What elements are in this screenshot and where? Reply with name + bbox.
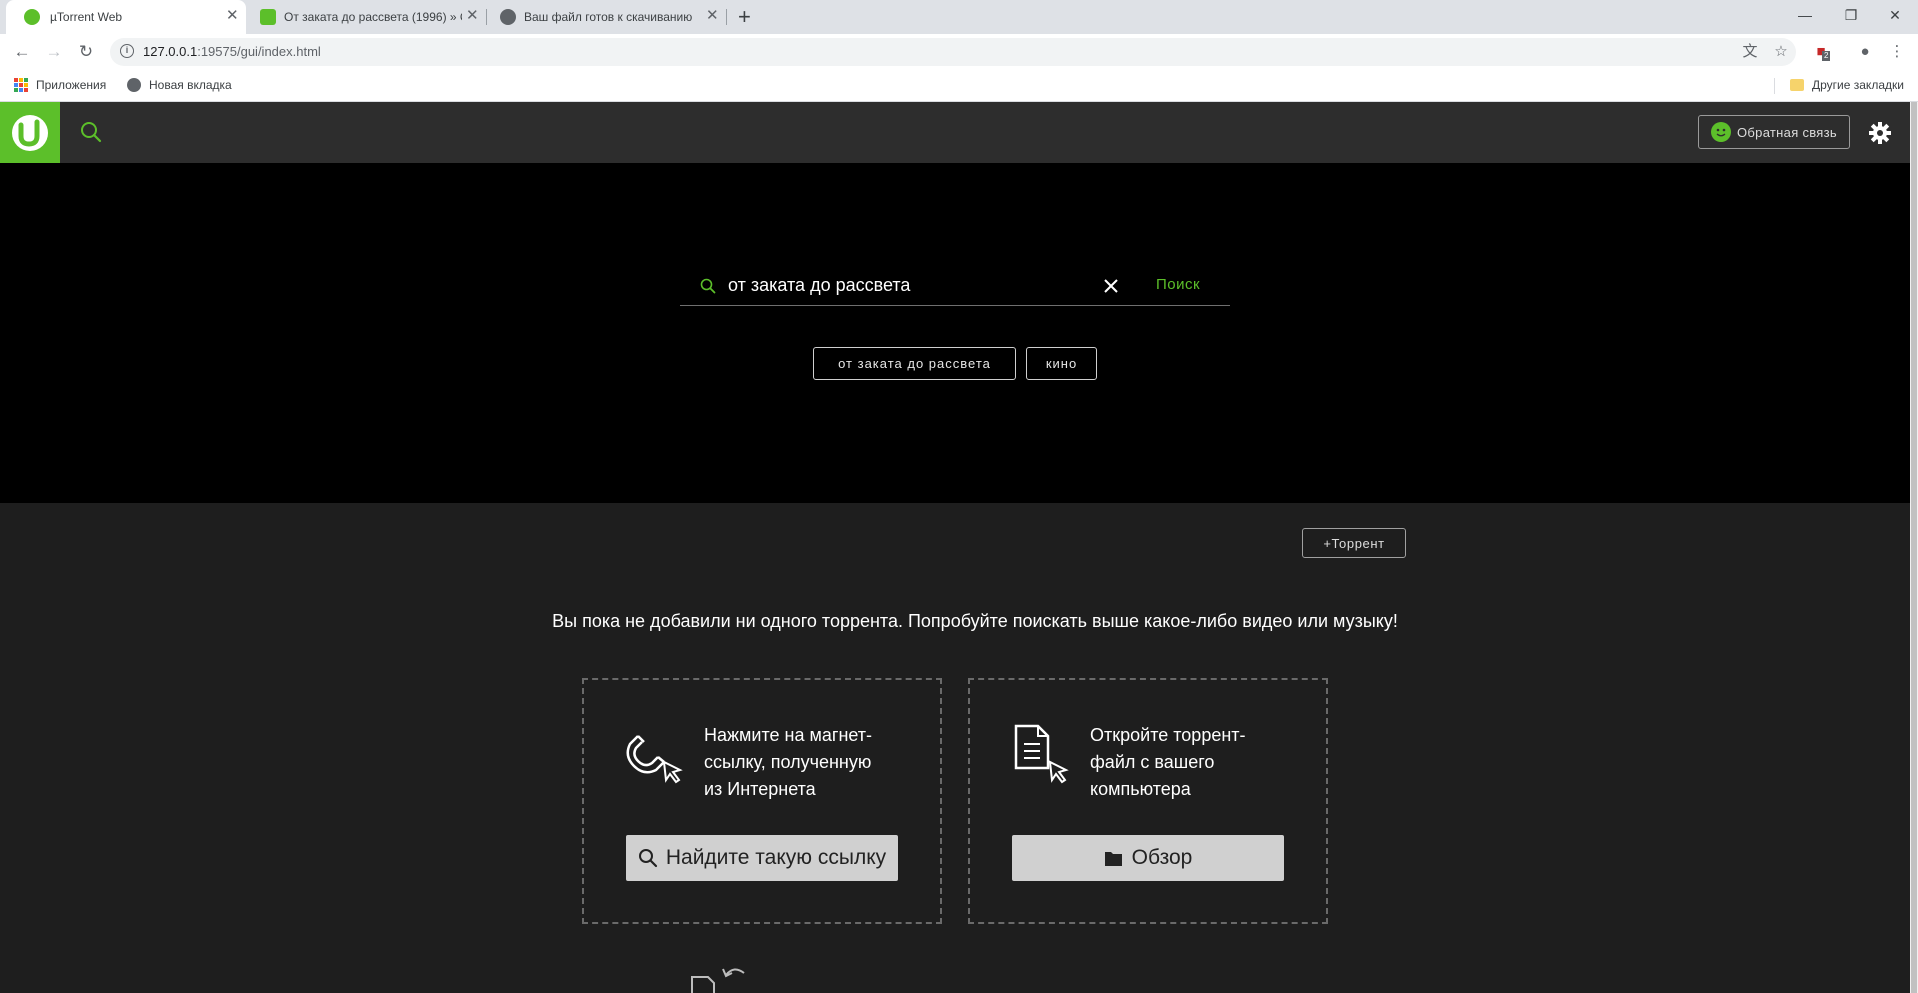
search-hero: от заката до рассвета Поиск от заката до… <box>0 163 1910 503</box>
bookmark-label: Новая вкладка <box>149 78 232 92</box>
tab-close-icon[interactable]: ✕ <box>706 8 719 24</box>
tab-close-icon[interactable]: ✕ <box>226 8 239 24</box>
transfer-illustration-icon <box>690 965 760 993</box>
find-magnet-link-button[interactable]: Найдите такую ссылку <box>626 835 898 881</box>
utorrent-favicon-icon <box>24 9 40 25</box>
button-label: Обзор <box>1131 846 1193 869</box>
smiley-icon <box>1711 122 1731 142</box>
file-card-line: файл с вашего <box>1090 752 1215 772</box>
clear-search-icon[interactable] <box>1100 275 1122 297</box>
bookmark-star-icon[interactable]: ☆ <box>1772 43 1790 61</box>
magnet-card-text: Нажмите на магнет- ссылку, полученную из… <box>704 722 904 803</box>
browse-file-button[interactable]: Обзор <box>1012 835 1284 881</box>
bookmark-new-tab[interactable]: Новая вкладка <box>127 78 232 92</box>
folder-icon <box>1104 852 1122 866</box>
scrollbar-thumb[interactable] <box>1911 102 1917 993</box>
file-card-line: компьютера <box>1090 779 1191 799</box>
torrent-list-area: +Торрент Вы пока не добавили ни одного т… <box>0 503 1910 993</box>
file-card-line: Откройте торрент- <box>1090 725 1246 745</box>
bookmark-other[interactable]: Другие закладки <box>1790 78 1904 92</box>
bookmark-label: Приложения <box>36 78 107 92</box>
tab-title: Ваш файл готов к скачиванию <box>524 10 693 24</box>
magnet-icon <box>624 722 688 786</box>
suggestion-chip[interactable]: от заката до рассвета <box>813 347 1016 380</box>
app-header: Обратная связь <box>0 102 1910 163</box>
search-input[interactable]: от заката до рассвета <box>728 275 910 296</box>
folder-icon <box>1790 79 1804 91</box>
tab-utorrent-web[interactable]: µTorrent Web ✕ <box>6 0 246 34</box>
tab-movie-page[interactable]: От заката до рассвета (1996) » С ✕ <box>248 0 484 34</box>
restore-button[interactable]: ❐ <box>1828 4 1874 26</box>
tab-separator <box>726 9 727 25</box>
document-icon <box>1010 722 1074 786</box>
address-bar[interactable]: i 127.0.0.1:19575/gui/index.html <box>110 38 1796 66</box>
url-text: 127.0.0.1:19575/gui/index.html <box>143 44 321 59</box>
profile-avatar-icon[interactable]: ● <box>1856 43 1874 61</box>
new-tab-button[interactable]: + <box>738 4 751 30</box>
forward-button[interactable]: → <box>42 40 66 64</box>
magnet-card-line: ссылку, полученную <box>704 752 872 772</box>
tab-separator <box>486 9 487 25</box>
tab-close-icon[interactable]: ✕ <box>466 8 479 24</box>
utorrent-favicon-icon <box>260 9 276 25</box>
empty-state-message: Вы пока не добавили ни одного торрента. … <box>552 611 1398 631</box>
tab-download-ready[interactable]: Ваш файл готов к скачиванию ✕ <box>488 0 724 34</box>
button-label: Найдите такую ссылку <box>665 846 887 869</box>
globe-icon <box>127 78 141 92</box>
search-icon <box>638 849 657 868</box>
site-info-icon[interactable]: i <box>120 44 134 58</box>
window-close-button[interactable]: ✕ <box>1872 4 1918 26</box>
magnet-link-card: Нажмите на магнет- ссылку, полученную из… <box>582 678 942 924</box>
extension-badge: 2 <box>1822 51 1831 61</box>
feedback-label: Обратная связь <box>1737 124 1837 140</box>
menu-kebab-icon[interactable]: ⋮ <box>1888 43 1906 61</box>
search-icon[interactable] <box>80 121 102 143</box>
page-scrollbar[interactable] <box>1910 102 1918 993</box>
file-card-text: Откройте торрент- файл с вашего компьюте… <box>1090 722 1290 803</box>
translate-icon[interactable]: 文 <box>1741 43 1759 61</box>
bookmark-label: Другие закладки <box>1812 78 1904 92</box>
reload-button[interactable]: ↻ <box>74 40 98 64</box>
search-bar: от заката до рассвета Поиск <box>680 266 1230 306</box>
bookmarks-divider <box>1774 78 1775 94</box>
gear-icon[interactable] <box>1868 121 1892 145</box>
back-button[interactable]: ← <box>10 40 34 64</box>
utorrent-logo[interactable] <box>0 102 60 163</box>
search-button[interactable]: Поиск <box>1156 276 1200 293</box>
search-icon <box>700 278 716 294</box>
bookmarks-bar: Приложения Новая вкладка Другие закладки <box>0 70 1918 102</box>
torrent-file-card: Откройте торрент- файл с вашего компьюте… <box>968 678 1328 924</box>
bookmark-apps[interactable]: Приложения <box>14 78 106 92</box>
suggestion-chip[interactable]: кино <box>1026 347 1097 380</box>
apps-grid-icon <box>14 78 28 92</box>
add-torrent-button[interactable]: +Торрент <box>1302 528 1406 558</box>
browser-toolbar: ← → ↻ i 127.0.0.1:19575/gui/index.html 文… <box>0 34 1918 70</box>
tab-title: µTorrent Web <box>50 10 123 24</box>
tab-title: От заката до рассвета (1996) » С <box>284 10 462 24</box>
minimize-button[interactable]: — <box>1782 4 1828 26</box>
globe-icon <box>500 9 516 25</box>
feedback-button[interactable]: Обратная связь <box>1698 115 1850 149</box>
magnet-card-line: из Интернета <box>704 779 816 799</box>
extension-shield-icon[interactable]: ■ 2 <box>1812 43 1831 61</box>
magnet-card-line: Нажмите на магнет- <box>704 725 873 745</box>
browser-tab-bar: µTorrent Web ✕ От заката до рассвета (19… <box>0 0 1918 34</box>
